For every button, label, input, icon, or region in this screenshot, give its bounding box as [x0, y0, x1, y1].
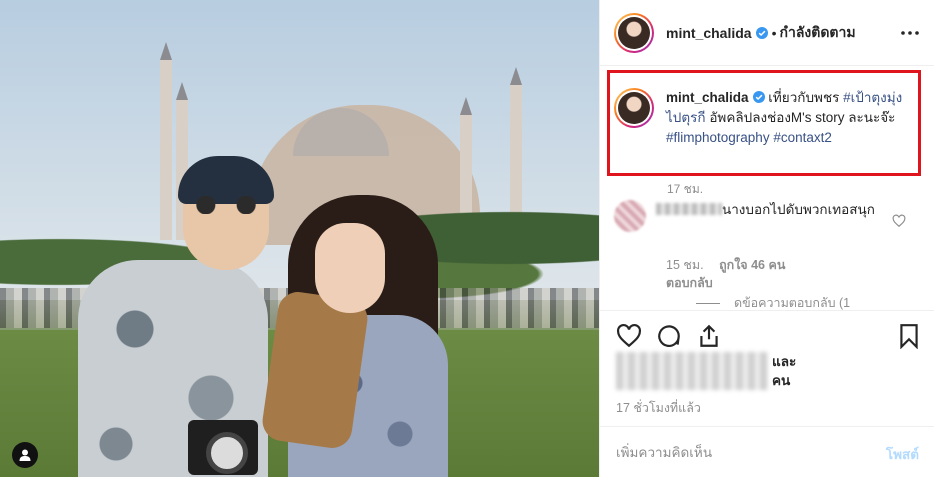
- hashtag-link[interactable]: #flimphotography: [666, 130, 770, 145]
- replies-line: [696, 302, 720, 304]
- likes-text: และ คน: [772, 352, 796, 390]
- hashtag-link[interactable]: #contaxt2: [773, 130, 832, 145]
- comment-text: นางบอกไปดับพวกเทอสนุก: [656, 200, 876, 232]
- likes-summary: และ คน: [616, 352, 796, 390]
- camera: [188, 420, 258, 475]
- share-icon[interactable]: [696, 323, 722, 349]
- post-actions: [600, 310, 934, 354]
- posted-time[interactable]: 17 ชั่วโมงที่แล้ว: [616, 398, 701, 418]
- like-heart-icon[interactable]: [616, 323, 642, 349]
- comment-bubble-icon[interactable]: [656, 323, 682, 349]
- comment-time: 15 ชม.: [666, 258, 704, 272]
- likes-and: และ: [772, 354, 797, 369]
- post-header: mint_chalida • กำลังติดตาม: [600, 0, 934, 66]
- bookmark-icon[interactable]: [896, 323, 922, 349]
- post-comment-button[interactable]: โพสต์: [886, 443, 919, 465]
- caption-avatar[interactable]: [614, 88, 654, 128]
- header-separator: •: [771, 24, 777, 41]
- comment-like-heart-icon[interactable]: [892, 214, 906, 228]
- verified-badge-icon: [752, 91, 765, 103]
- user-icon: [19, 449, 31, 461]
- comment: นางบอกไปดับพวกเทอสนุก: [614, 200, 914, 232]
- caption-text: mint_chalida เที่ยวกับพชร #เป้าตุงมุ่งไป…: [666, 88, 906, 148]
- more-dots-icon: [901, 31, 919, 35]
- photo-man: [78, 156, 274, 477]
- likes-people[interactable]: คน: [772, 373, 790, 388]
- post-photo[interactable]: [0, 0, 599, 477]
- caption-time: 17 ชม.: [667, 182, 704, 196]
- comment-meta: 15 ชม. ถูกใจ 46 คน ตอบกลับ: [666, 256, 896, 292]
- caption-username[interactable]: mint_chalida: [666, 90, 749, 105]
- post-caption: mint_chalida เที่ยวกับพชร #เป้าตุงมุ่งไป…: [614, 88, 914, 148]
- tagged-users-button[interactable]: [12, 442, 38, 468]
- more-options-button[interactable]: [899, 22, 921, 44]
- comment-likes[interactable]: ถูกใจ 46 คน: [719, 258, 785, 272]
- verified-badge-icon: [755, 26, 768, 39]
- add-comment-input[interactable]: [616, 441, 846, 463]
- add-comment-bar: โพสต์: [600, 426, 934, 477]
- commenter-username-blurred[interactable]: [656, 203, 722, 215]
- header-username[interactable]: mint_chalida: [666, 25, 752, 41]
- post-sidebar: mint_chalida • กำลังติดตาม mint_chalida …: [599, 0, 934, 477]
- avatar[interactable]: [614, 12, 654, 53]
- liked-by-blurred[interactable]: [616, 352, 768, 390]
- caption-body-2: อัพคลิปลงช่องM's story ละนะจ๊ะ: [709, 110, 896, 125]
- reply-button[interactable]: ตอบกลับ: [666, 276, 713, 290]
- following-button[interactable]: กำลังติดตาม: [780, 22, 856, 44]
- commenter-avatar[interactable]: [614, 200, 646, 232]
- comment-body: นางบอกไปดับพวกเทอสนุก: [722, 202, 875, 217]
- caption-body-1: เที่ยวกับพชร: [768, 90, 840, 105]
- photo-woman: [259, 195, 450, 477]
